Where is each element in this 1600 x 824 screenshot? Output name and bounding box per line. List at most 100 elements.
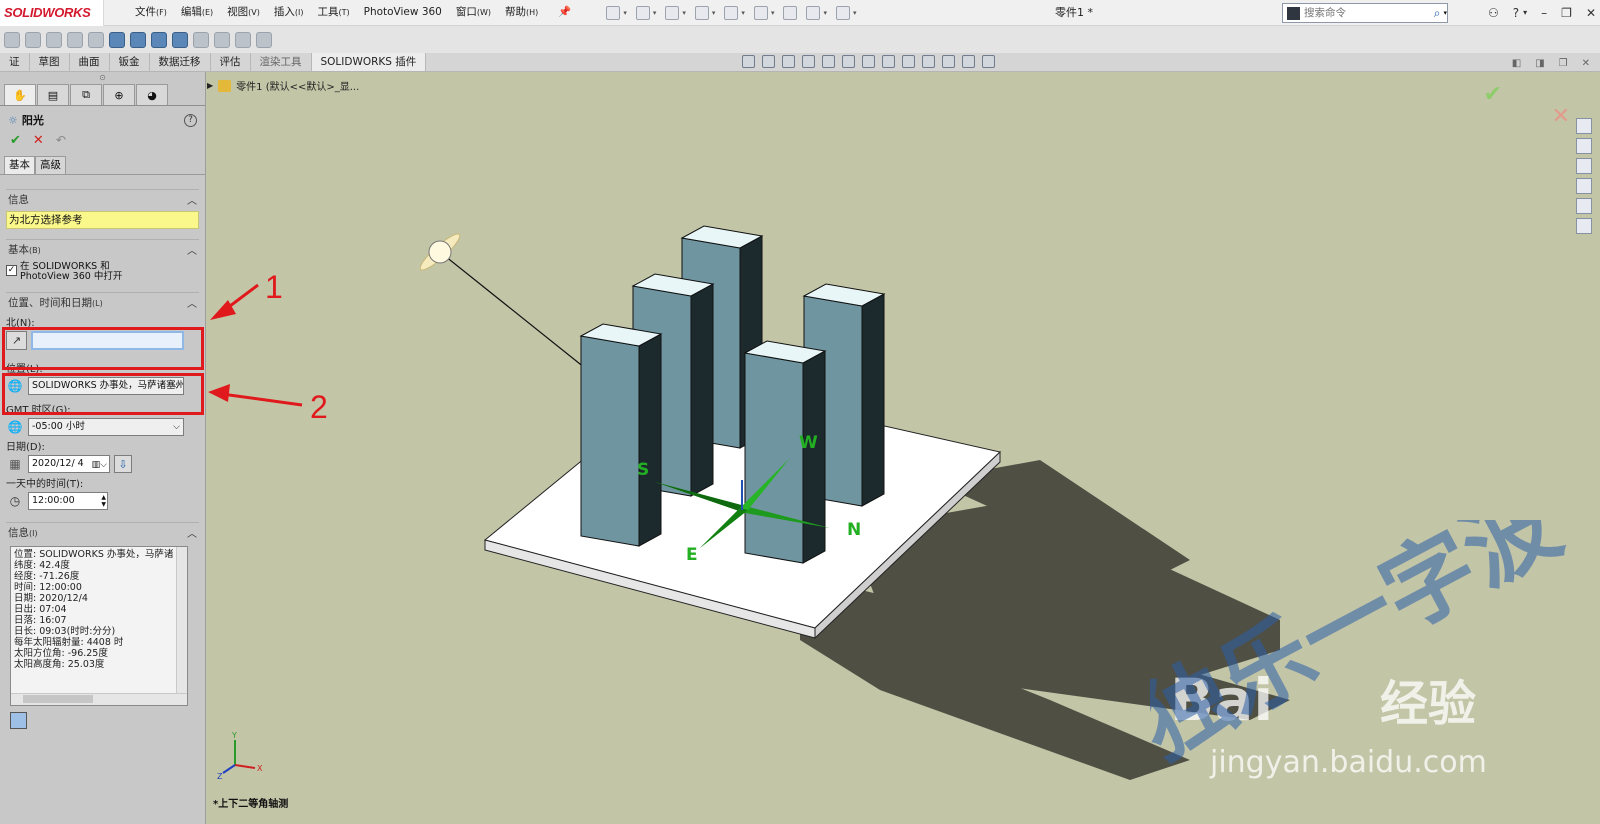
- tool-icon-13[interactable]: [256, 31, 272, 48]
- menu-view[interactable]: 视图(V): [220, 0, 267, 26]
- menu-insert[interactable]: 插入(I): [267, 0, 311, 26]
- undo-arrow-icon[interactable]: ↶: [56, 133, 66, 147]
- menu-edit[interactable]: 编辑(E): [174, 0, 220, 26]
- view-cube-icon[interactable]: [862, 55, 875, 68]
- open-in-photoview-checkbox-row[interactable]: ✓ 在 SOLIDWORKS 和 PhotoView 360 中打开: [6, 262, 199, 282]
- save-dropdown-icon[interactable]: ▾: [682, 9, 686, 17]
- print-dropdown-icon[interactable]: ▾: [712, 9, 716, 17]
- date-picker[interactable]: 2020/12/ 4 ▥⌵: [28, 455, 110, 473]
- tool-icon-6[interactable]: [109, 31, 125, 48]
- move-icon[interactable]: [88, 31, 104, 48]
- pm-bottom-icon[interactable]: [10, 712, 27, 729]
- tool-icon-9[interactable]: [172, 31, 188, 48]
- display-manager-tab-icon[interactable]: ◕: [136, 84, 168, 105]
- tab-basic[interactable]: 基本: [4, 156, 35, 174]
- dimxpert-tab-icon[interactable]: ⊕: [103, 84, 135, 105]
- tab-features[interactable]: 证: [0, 53, 30, 71]
- viewport-restore-icon[interactable]: ❐: [1559, 58, 1568, 69]
- menu-help[interactable]: 帮助(H): [498, 0, 545, 26]
- close-icon[interactable]: ✕: [1586, 0, 1596, 26]
- apply-scene-icon[interactable]: [942, 55, 955, 68]
- tool-icon-7[interactable]: [130, 31, 146, 48]
- zoom-area-icon[interactable]: [782, 55, 795, 68]
- open-in-photoview-checkbox[interactable]: ✓: [6, 265, 17, 276]
- info-section-header[interactable]: 信息 ︿: [6, 189, 199, 209]
- tab-data-migration[interactable]: 数据迁移: [150, 53, 211, 71]
- sun-glyph[interactable]: [417, 230, 464, 274]
- save-icon[interactable]: [665, 5, 680, 20]
- cancel-x-icon[interactable]: ✕: [33, 133, 44, 148]
- previous-view-icon[interactable]: [802, 55, 815, 68]
- gmt-select[interactable]: -05:00 小时 ⌵: [28, 418, 184, 436]
- view-settings-icon[interactable]: [962, 55, 975, 68]
- hide-show-icon[interactable]: [902, 55, 915, 68]
- new-icon[interactable]: [606, 5, 621, 20]
- display-style-icon[interactable]: [882, 55, 895, 68]
- tab-sketch[interactable]: 草图: [30, 53, 70, 71]
- panel-grip[interactable]: ⊙: [0, 72, 205, 84]
- tab-render-tools[interactable]: 渲染工具: [251, 53, 312, 71]
- file-properties-dropdown-icon[interactable]: ▾: [823, 9, 827, 17]
- time-input[interactable]: 12:00:00 ▲ ▼: [28, 492, 108, 510]
- tab-solidworks-addins[interactable]: SOLIDWORKS 插件: [311, 53, 427, 71]
- tab-sheet-metal[interactable]: 钣金: [110, 53, 150, 71]
- menu-photoview[interactable]: PhotoView 360: [357, 0, 449, 26]
- viewport-prev-icon[interactable]: ◧: [1512, 58, 1521, 69]
- options-gear-icon[interactable]: [835, 5, 850, 20]
- select-icon[interactable]: [753, 5, 768, 20]
- minimize-icon[interactable]: –: [1541, 0, 1547, 26]
- sun-info-textbox[interactable]: 位置: SOLIDWORKS 办事处，马萨诸 纬度: 42.4度 经度: -71…: [10, 546, 188, 706]
- zoom-to-fit-icon[interactable]: [762, 55, 775, 68]
- print-icon[interactable]: [694, 5, 709, 20]
- tab-evaluate[interactable]: 评估: [211, 53, 251, 71]
- tool-icon-12[interactable]: [235, 31, 251, 48]
- new-dropdown-icon[interactable]: ▾: [623, 9, 627, 17]
- tab-surfaces[interactable]: 曲面: [70, 53, 110, 71]
- feature-manager-tab-icon[interactable]: ✋: [4, 84, 36, 105]
- display-monitor-icon[interactable]: [982, 55, 995, 68]
- tool-icon-11[interactable]: [214, 31, 230, 48]
- basic-section-header[interactable]: 基本(B) ︿: [6, 239, 199, 259]
- menu-window[interactable]: 窗口(W): [449, 0, 498, 26]
- tool-icon-8[interactable]: [151, 31, 167, 48]
- horizontal-scroll-thumb[interactable]: [23, 695, 93, 703]
- tool-icon-3[interactable]: [46, 31, 62, 48]
- help-dropdown-icon[interactable]: ▾: [1523, 0, 1527, 26]
- search-box[interactable]: ⌕ ▾: [1282, 3, 1448, 23]
- tool-icon-2[interactable]: [25, 31, 41, 48]
- user-icon[interactable]: ⚇: [1488, 0, 1499, 26]
- property-manager-tab-icon[interactable]: ▤: [37, 84, 69, 105]
- search-icon[interactable]: ⌕: [1434, 6, 1441, 21]
- viewport-close-icon[interactable]: ✕: [1582, 58, 1590, 69]
- solidworks-logo[interactable]: SOLIDWORKS: [0, 0, 104, 26]
- pin-icon[interactable]: 📌: [551, 0, 578, 26]
- open-dropdown-icon[interactable]: ▾: [653, 9, 657, 17]
- restore-icon[interactable]: ❐: [1561, 0, 1572, 26]
- menu-file[interactable]: 文件(F): [128, 0, 174, 26]
- set-today-arrow-icon[interactable]: ⇩: [114, 455, 132, 473]
- select-dropdown-icon[interactable]: ▾: [771, 9, 775, 17]
- edit-appearance-icon[interactable]: [922, 55, 935, 68]
- open-icon[interactable]: [635, 5, 650, 20]
- viewport-next-icon[interactable]: ◨: [1535, 58, 1544, 69]
- help-icon[interactable]: ?: [1513, 0, 1519, 26]
- menu-tools[interactable]: 工具(T): [310, 0, 356, 26]
- configuration-manager-tab-icon[interactable]: ⧉: [70, 84, 102, 105]
- search-dropdown-icon[interactable]: ▾: [1443, 9, 1447, 17]
- tool-icon-10[interactable]: [193, 31, 209, 48]
- graphics-viewport[interactable]: S W N E Y X Z 1 2: [207, 72, 1600, 824]
- search-input[interactable]: [1304, 7, 1434, 19]
- tab-advanced[interactable]: 高级: [35, 156, 66, 174]
- undo-icon[interactable]: [724, 5, 739, 20]
- info2-section-header[interactable]: 信息(I) ︿: [6, 522, 199, 542]
- pm-help-icon[interactable]: ?: [184, 113, 197, 127]
- undo-dropdown-icon[interactable]: ▾: [741, 9, 745, 17]
- section-view-icon[interactable]: [822, 55, 835, 68]
- dynamic-annotation-icon[interactable]: [842, 55, 855, 68]
- rebuild-icon[interactable]: [783, 5, 798, 20]
- file-properties-icon[interactable]: [806, 5, 821, 20]
- vertical-scrollbar[interactable]: [176, 547, 187, 695]
- tool-icon-1[interactable]: [4, 31, 20, 48]
- ok-check-icon[interactable]: ✔: [10, 133, 21, 148]
- location-section-header[interactable]: 位置、时间和日期(L) ︿: [6, 292, 199, 312]
